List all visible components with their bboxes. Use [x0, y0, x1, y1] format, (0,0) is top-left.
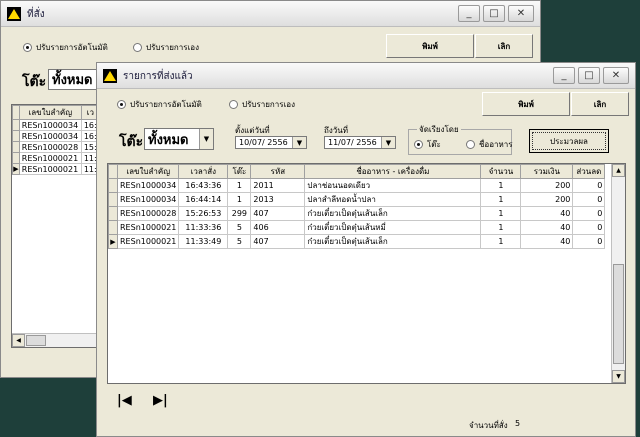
- cancel-button[interactable]: เลิก: [571, 92, 629, 116]
- app-logo-icon: [7, 7, 21, 21]
- nav-last-button[interactable]: ▶|: [153, 393, 168, 408]
- radio-auto[interactable]: ปรับรายการอัตโนมัติ: [117, 98, 202, 111]
- to-date-picker[interactable]: 11/07/ 2556 ▼: [324, 136, 396, 149]
- column-header[interactable]: เลขใบสำคัญ: [116, 164, 180, 179]
- cancel-button[interactable]: เลิก: [475, 34, 533, 58]
- radio-auto[interactable]: ปรับรายการอัตโนมัติ: [23, 41, 108, 54]
- radio-sort-food[interactable]: ชื่ออาหาร: [466, 138, 513, 151]
- nav-first-button[interactable]: |◀: [117, 393, 132, 408]
- app-logo-icon: [103, 69, 117, 83]
- table-row[interactable]: RESn1000034 16:: [12, 119, 100, 131]
- process-button[interactable]: ประมวลผล: [529, 129, 609, 153]
- scroll-thumb[interactable]: [613, 264, 624, 364]
- table-row[interactable]: RESn1000028 15:: [12, 141, 100, 153]
- chevron-down-icon[interactable]: ▼: [292, 137, 306, 148]
- radio-dot-icon: [414, 140, 423, 149]
- row-pointer-icon: ▶: [108, 234, 118, 249]
- order-count-value: 5: [515, 419, 521, 428]
- table-row[interactable]: RESn1000034 16:43:36 1 2011 ปลาช่อนนอดเด…: [108, 178, 606, 193]
- table-row[interactable]: ▶ RESn1000021 11:33:49 5 407 ก๋วยเตี๋ยวเ…: [108, 234, 606, 249]
- table-combo[interactable]: ทั้งหมด ▼: [144, 128, 214, 150]
- maximize-button[interactable]: □: [578, 67, 600, 84]
- radio-dot-icon: [23, 43, 32, 52]
- column-header[interactable]: เวลาสั่ง: [178, 164, 229, 179]
- radio-dot-icon: [466, 140, 475, 149]
- table-row[interactable]: RESn1000034 16:: [12, 130, 100, 142]
- horizontal-scrollbar[interactable]: ◀: [12, 333, 100, 347]
- column-header[interactable]: จำนวน: [480, 164, 522, 179]
- maximize-button[interactable]: □: [483, 5, 505, 22]
- row-pointer-icon: ▶: [12, 163, 20, 175]
- scroll-down-icon[interactable]: ▼: [612, 370, 625, 383]
- order-count-label: จำนวนที่สั่ง: [469, 421, 508, 430]
- radio-manual[interactable]: ปรับรายการเอง: [133, 41, 199, 54]
- column-header[interactable]: รหัส: [250, 164, 306, 179]
- sort-group-label: จัดเรียงโดย: [417, 123, 461, 136]
- sent-items-grid: เลขใบสำคัญ เวลาสั่ง โต๊ะ รหัส ชื่ออาหาร …: [107, 163, 626, 384]
- window-title: ที่สั่ง: [27, 9, 45, 20]
- column-header[interactable]: ชื่ออาหาร - เครื่องดื่ม: [304, 164, 482, 179]
- chevron-down-icon[interactable]: ▼: [381, 137, 395, 148]
- table-row[interactable]: ▶ RESn1000021 11:: [12, 163, 100, 175]
- minimize-button[interactable]: _: [553, 67, 575, 84]
- table-label: โต๊ะ: [22, 74, 47, 90]
- orders-titlebar[interactable]: ที่สั่ง _ □ ✕: [1, 1, 540, 27]
- orders-grid: เลขใบสำคัญ เว RESn1000034 16: RESn1000034…: [11, 104, 101, 348]
- print-button[interactable]: พิมพ์: [386, 34, 474, 58]
- column-header[interactable]: ส่วนลด: [572, 164, 606, 179]
- minimize-button[interactable]: _: [458, 5, 480, 22]
- close-button[interactable]: ✕: [508, 5, 534, 22]
- radio-dot-icon: [117, 100, 126, 109]
- table-row[interactable]: RESn1000021 11:: [12, 152, 100, 164]
- radio-manual[interactable]: ปรับรายการเอง: [229, 98, 295, 111]
- scroll-thumb[interactable]: [26, 335, 46, 346]
- sent-items-titlebar[interactable]: รายการที่ส่งแล้ว _ □ ✕: [97, 63, 635, 89]
- table-row[interactable]: RESn1000021 11:33:36 5 406 ก๋วยเตี๋ยวเป็…: [108, 220, 606, 235]
- column-header[interactable]: โต๊ะ: [227, 164, 252, 179]
- sent-items-window: รายการที่ส่งแล้ว _ □ ✕ ปรับรายการอัตโนมั…: [96, 62, 636, 437]
- from-date-picker[interactable]: 10/07/ 2556 ▼: [235, 136, 307, 149]
- table-row[interactable]: RESn1000028 15:26:53 299 407 ก๋วยเตี๋ยวเ…: [108, 206, 606, 221]
- radio-sort-table[interactable]: โต๊ะ: [414, 138, 441, 151]
- chevron-down-icon[interactable]: ▼: [199, 129, 213, 149]
- radio-dot-icon: [229, 100, 238, 109]
- vertical-scrollbar[interactable]: ▲ ▼: [611, 164, 625, 383]
- column-header[interactable]: รวมเงิน: [520, 164, 574, 179]
- scroll-left-icon[interactable]: ◀: [12, 334, 25, 347]
- radio-dot-icon: [133, 43, 142, 52]
- column-header[interactable]: เลขใบสำคัญ: [18, 105, 82, 120]
- close-button[interactable]: ✕: [603, 67, 629, 84]
- scroll-up-icon[interactable]: ▲: [612, 164, 625, 177]
- table-combo[interactable]: ทั้งหมด: [48, 69, 98, 90]
- table-row[interactable]: RESn1000034 16:44:14 1 2013 ปลาสำลีทอดน้…: [108, 192, 606, 207]
- table-label: โต๊ะ: [119, 134, 144, 150]
- print-button[interactable]: พิมพ์: [482, 92, 570, 116]
- window-title: รายการที่ส่งแล้ว: [123, 71, 193, 82]
